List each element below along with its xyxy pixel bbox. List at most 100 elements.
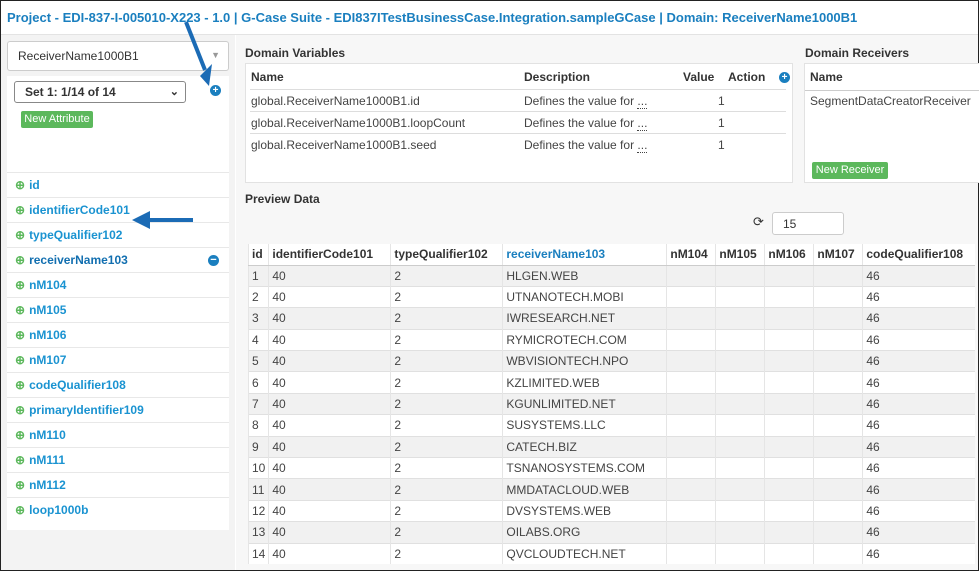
- table-row: 9 40 2 CATECH.BIZ 46: [247, 435, 975, 458]
- refresh-icon[interactable]: ⟳: [753, 214, 764, 230]
- table-cell: 46: [862, 521, 975, 544]
- add-variable-icon[interactable]: +: [779, 72, 790, 83]
- lifebuoy-icon: ⊕: [15, 178, 26, 192]
- table-cell: [764, 264, 814, 287]
- variable-row[interactable]: global.ReceiverName1000B1.loopCount Defin…: [250, 111, 786, 132]
- table-cell: 9: [247, 435, 269, 458]
- table-cell: 10: [247, 457, 269, 479]
- lifebuoy-icon: ⊕: [15, 278, 26, 292]
- attribute-item[interactable]: ⊕ receiverName103 −: [7, 247, 229, 272]
- attribute-item[interactable]: ⊕ loop1000b: [7, 497, 229, 522]
- table-row: 12 40 2 DVSYSTEMS.WEB 46: [247, 499, 975, 522]
- attribute-item[interactable]: ⊕ nM106: [7, 322, 229, 347]
- table-cell: [813, 264, 863, 287]
- column-header[interactable]: nM104: [666, 244, 716, 266]
- attribute-item[interactable]: ⊕ id: [7, 172, 229, 197]
- column-header[interactable]: identifierCode101: [268, 244, 391, 266]
- new-receiver-button[interactable]: New Receiver: [812, 162, 888, 179]
- table-cell: DVSYSTEMS.WEB: [502, 499, 667, 522]
- table-cell: 46: [862, 414, 975, 437]
- table-cell: 40: [268, 285, 391, 308]
- column-header[interactable]: typeQualifier102: [390, 244, 503, 266]
- suite-title[interactable]: G-Case Suite - EDI837ITestBusinessCase.I…: [241, 10, 655, 25]
- description-more-link[interactable]: ...: [637, 116, 648, 131]
- column-header[interactable]: nM105: [715, 244, 765, 266]
- table-cell: 46: [862, 264, 975, 287]
- table-cell: [715, 414, 765, 437]
- preview-count-input[interactable]: 15: [772, 212, 844, 235]
- table-cell: 2: [390, 435, 503, 458]
- table-cell: [764, 499, 814, 522]
- lifebuoy-icon: ⊕: [15, 203, 26, 217]
- table-cell: [715, 350, 765, 372]
- table-cell: [813, 350, 863, 372]
- table-cell: 40: [268, 478, 391, 501]
- table-cell: [666, 457, 716, 479]
- attribute-item[interactable]: ⊕ codeQualifier108: [7, 372, 229, 397]
- table-cell: 2: [390, 457, 503, 479]
- set-select[interactable]: Set 1: 1/14 of 14 ⌄: [14, 81, 186, 103]
- column-header[interactable]: receiverName103: [502, 244, 667, 266]
- table-cell: 2: [390, 264, 503, 287]
- table-row: 7 40 2 KGUNLIMITED.NET 46: [247, 392, 975, 415]
- attribute-item[interactable]: ⊕ nM111: [7, 447, 229, 472]
- attribute-item[interactable]: ⊕ identifierCode101: [7, 197, 229, 222]
- table-cell: 2: [390, 392, 503, 415]
- table-cell: [764, 350, 814, 372]
- table-cell: [813, 499, 863, 522]
- table-cell: [813, 521, 863, 544]
- table-cell: 11: [247, 478, 269, 501]
- new-attribute-button[interactable]: New Attribute: [21, 111, 93, 128]
- chevron-down-icon: ▼: [211, 50, 220, 60]
- description-more-link[interactable]: ...: [637, 94, 648, 109]
- table-cell: [764, 328, 814, 351]
- table-cell: [715, 328, 765, 351]
- column-header[interactable]: codeQualifier108: [862, 244, 975, 266]
- project-title[interactable]: Project - EDI-837-I-005010-X223 - 1.0: [7, 10, 230, 25]
- table-cell: [715, 371, 765, 394]
- attribute-item[interactable]: ⊕ nM105: [7, 297, 229, 322]
- domain-variables-title: Domain Variables: [245, 46, 346, 60]
- table-cell: 46: [862, 392, 975, 415]
- table-cell: SUSYSTEMS.LLC: [502, 414, 667, 437]
- table-cell: 14: [247, 542, 269, 565]
- table-cell: 13: [247, 521, 269, 544]
- table-row: 2 40 2 UTNANOTECH.MOBI 46: [247, 285, 975, 308]
- column-header[interactable]: id: [247, 244, 269, 266]
- table-cell: [715, 392, 765, 415]
- table-cell: [764, 307, 814, 330]
- variable-row[interactable]: global.ReceiverName1000B1.id Defines the …: [250, 89, 786, 110]
- col-header-value: Value: [683, 70, 715, 84]
- table-cell: 46: [862, 478, 975, 501]
- table-cell: [813, 478, 863, 501]
- table-cell: 46: [862, 435, 975, 458]
- domain-select[interactable]: ReceiverName1000B1 ▼: [7, 41, 229, 71]
- attribute-label: nM104: [29, 278, 67, 292]
- remove-attribute-icon[interactable]: −: [208, 255, 219, 266]
- add-set-icon[interactable]: +: [210, 85, 221, 96]
- column-header[interactable]: nM107: [813, 244, 863, 266]
- table-cell: RYMICROTECH.COM: [502, 328, 667, 351]
- receiver-item[interactable]: SegmentDataCreatorReceiver: [810, 94, 971, 108]
- col-header-name: Name: [251, 70, 284, 84]
- table-cell: [666, 542, 716, 565]
- table-row: 1 40 2 HLGEN.WEB 46: [247, 264, 975, 287]
- table-cell: 7: [247, 392, 269, 415]
- attribute-item[interactable]: ⊕ nM104: [7, 272, 229, 297]
- attribute-item[interactable]: ⊕ nM107: [7, 347, 229, 372]
- variable-row[interactable]: global.ReceiverName1000B1.seed Defines th…: [250, 133, 786, 154]
- attribute-item[interactable]: ⊕ typeQualifier102: [7, 222, 229, 247]
- variable-description: Defines the value for ...: [524, 94, 648, 109]
- variable-value: 1: [718, 116, 725, 130]
- column-header[interactable]: nM106: [764, 244, 814, 266]
- table-row: 4 40 2 RYMICROTECH.COM 46: [247, 328, 975, 351]
- description-more-link[interactable]: ...: [637, 138, 648, 153]
- attribute-item[interactable]: ⊕ nM110: [7, 422, 229, 447]
- attribute-item[interactable]: ⊕ nM112: [7, 472, 229, 497]
- attribute-item[interactable]: ⊕ primaryIdentifier109: [7, 397, 229, 422]
- table-row: 14 40 2 QVCLOUDTECH.NET 46: [247, 542, 975, 565]
- table-cell: 46: [862, 350, 975, 372]
- table-cell: 46: [862, 285, 975, 308]
- table-cell: TSNANOSYSTEMS.COM: [502, 457, 667, 479]
- table-cell: [764, 542, 814, 565]
